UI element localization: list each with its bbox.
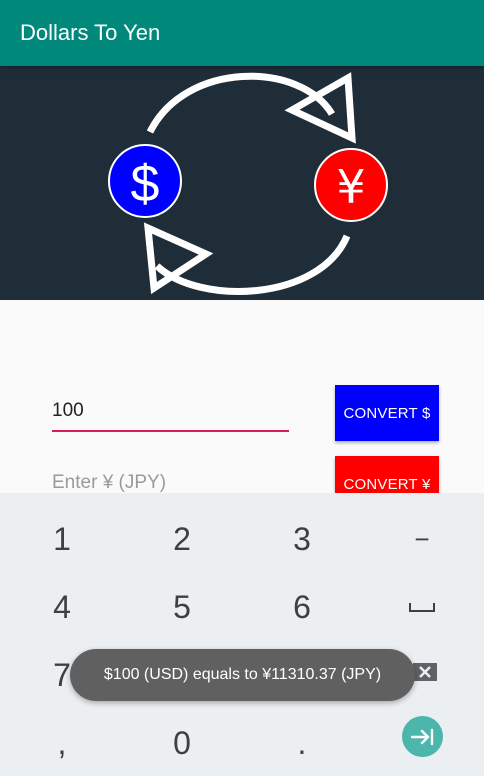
convert-jpy-label: CONVERT ¥ [343, 475, 431, 493]
key-2[interactable]: 2 [127, 509, 237, 569]
space-key[interactable] [367, 577, 477, 637]
backspace-key[interactable] [411, 661, 439, 683]
key-1[interactable]: 1 [7, 509, 117, 569]
next-key[interactable] [402, 716, 443, 757]
key-period[interactable]: . [247, 713, 357, 773]
next-icon [410, 728, 433, 745]
yen-symbol: ¥ [336, 160, 365, 214]
backspace-icon [413, 663, 437, 681]
usd-amount-field[interactable] [52, 392, 289, 432]
key-6[interactable]: 6 [247, 577, 357, 637]
conversion-toast: $100 (USD) equals to ¥11310.37 (JPY) [70, 649, 415, 701]
key-minus[interactable]: − [367, 509, 477, 569]
app-title: Dollars To Yen [20, 20, 161, 45]
key-3[interactable]: 3 [247, 509, 357, 569]
space-icon [409, 603, 435, 612]
convert-usd-button[interactable]: CONVERT $ [335, 385, 439, 441]
hero-banner: $ ¥ [0, 66, 484, 300]
currency-exchange-illustration: $ ¥ [108, 72, 388, 295]
convert-usd-label: CONVERT $ [343, 404, 431, 422]
key-4[interactable]: 4 [7, 577, 117, 637]
key-0[interactable]: 0 [127, 713, 237, 773]
key-comma[interactable]: , [7, 713, 117, 773]
toast-message: $100 (USD) equals to ¥11310.37 (JPY) [103, 666, 382, 683]
dollar-symbol: $ [131, 155, 160, 213]
key-5[interactable]: 5 [127, 577, 237, 637]
app-bar: Dollars To Yen [0, 0, 484, 66]
